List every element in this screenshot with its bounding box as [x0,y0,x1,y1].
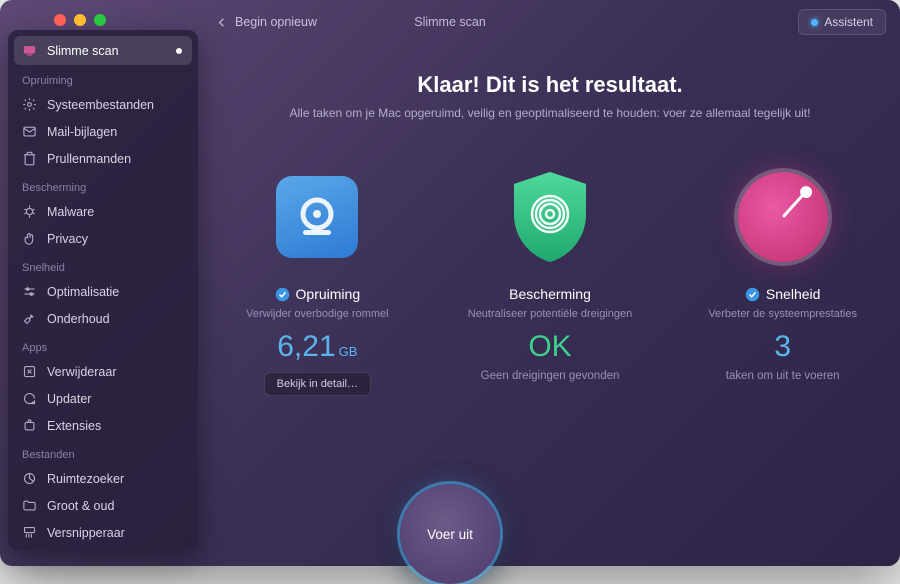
card-speed-subtitle: Verbeter de systeemprestaties [708,308,857,320]
card-protection-subtitle: Neutraliseer potentiële dreigingen [468,308,633,320]
gauge-icon [738,172,828,262]
sidebar-item-label: Versnipperaar [47,526,125,540]
sidebar-item-label: Ruimtezoeker [47,472,124,486]
box-x-icon [22,364,37,379]
chevron-left-icon [214,15,229,30]
sidebar-item-maintenance[interactable]: Onderhoud [8,305,198,332]
card-cleanup-subtitle: Verwijder overbodige rommel [246,308,388,320]
sidebar-item-privacy[interactable]: Privacy [8,225,198,252]
disk-icon [294,194,340,240]
sidebar-item-smart-scan[interactable]: Slimme scan [14,36,192,65]
trash-icon [22,151,37,166]
card-cleanup-title-row: Opruiming [275,286,361,302]
pie-icon [22,471,37,486]
sidebar-item-mail-attachments[interactable]: Mail-bijlagen [8,118,198,145]
sidebar-item-label: Systeembestanden [47,98,154,112]
cleanup-unit: GB [339,344,358,359]
card-protection-title: Bescherming [509,286,591,302]
cleanup-number: 6,21 [277,330,335,363]
shield-artwork [504,168,596,266]
run-button[interactable]: Voer uit [400,484,500,584]
sidebar-section-header: Opruiming [8,65,198,91]
app-window: Begin opnieuw Slimme scan Assistent Slim… [0,0,900,566]
sidebar-item-label: Extensies [47,419,101,433]
card-protection: Bescherming Neutraliseer potentiële drei… [453,168,648,396]
sidebar-item-label: Groot & oud [47,499,114,513]
card-cleanup-value: 6,21 GB [277,330,357,364]
card-protection-status: Geen dreigingen gevonden [481,370,620,382]
sidebar-item-label: Slimme scan [47,44,119,58]
sidebar-item-label: Mail-bijlagen [47,125,117,139]
card-protection-value: OK [528,330,571,364]
sidebar: Slimme scan Opruiming Systeembestanden M… [8,30,198,550]
sidebar-item-label: Privacy [47,232,88,246]
sidebar-item-label: Prullenmanden [47,152,131,166]
card-cleanup-title: Opruiming [296,286,361,302]
assistant-indicator-icon [811,19,818,26]
wrench-icon [22,311,37,326]
sidebar-item-uninstaller[interactable]: Verwijderaar [8,358,198,385]
assistant-button[interactable]: Assistent [798,9,886,35]
sidebar-item-large-old[interactable]: Groot & oud [8,492,198,519]
card-cleanup: Opruiming Verwijder overbodige rommel 6,… [220,168,415,396]
maximize-window-button[interactable] [94,14,106,26]
sliders-icon [22,284,37,299]
sidebar-item-shredder[interactable]: Versnipperaar [8,519,198,546]
sidebar-item-label: Optimalisatie [47,285,119,299]
card-speed-value: 3 [774,330,791,364]
assistant-label: Assistent [824,15,873,29]
active-indicator-icon [176,48,182,54]
card-speed-title: Snelheid [766,286,821,302]
sidebar-section-header: Apps [8,332,198,358]
smart-scan-icon [22,43,37,58]
minimize-window-button[interactable] [74,14,86,26]
shield-icon [506,168,594,266]
result-cards: Opruiming Verwijder overbodige rommel 6,… [220,168,880,396]
card-speed-status: taken om uit te voeren [726,370,840,382]
refresh-icon [22,391,37,406]
folder-icon [22,498,37,513]
card-speed: Snelheid Verbeter de systeemprestaties 3… [685,168,880,396]
puzzle-icon [22,418,37,433]
sidebar-section-header: Bestanden [8,439,198,465]
bug-icon [22,204,37,219]
sidebar-item-trash-bins[interactable]: Prullenmanden [8,145,198,172]
sidebar-item-system-junk[interactable]: Systeembestanden [8,91,198,118]
window-title: Slimme scan [414,15,486,29]
sidebar-item-label: Verwijderaar [47,365,116,379]
card-speed-title-row: Snelheid [745,286,821,302]
sidebar-item-updater[interactable]: Updater [8,385,198,412]
sidebar-item-extensions[interactable]: Extensies [8,412,198,439]
sidebar-item-optimization[interactable]: Optimalisatie [8,278,198,305]
results-headline: Klaar! Dit is het resultaat. [417,72,682,98]
back-button[interactable]: Begin opnieuw [214,15,317,30]
sidebar-item-label: Malware [47,205,94,219]
sidebar-item-space-lens[interactable]: Ruimtezoeker [8,465,198,492]
gauge-artwork [737,168,829,266]
back-label: Begin opnieuw [235,15,317,29]
sidebar-section-header: Snelheid [8,252,198,278]
card-protection-title-row: Bescherming [509,286,591,302]
sidebar-item-label: Updater [47,392,91,406]
results-subline: Alle taken om je Mac opgeruimd, veilig e… [290,106,811,120]
sidebar-item-label: Onderhoud [47,312,110,326]
check-badge-icon [745,287,760,302]
window-controls [54,14,106,26]
gear-icon [22,97,37,112]
hand-icon [22,231,37,246]
shredder-icon [22,525,37,540]
disk-artwork [271,168,363,266]
mail-icon [22,124,37,139]
view-detail-button[interactable]: Bekijk in detail… [264,372,371,396]
run-label: Voer uit [427,527,473,542]
close-window-button[interactable] [54,14,66,26]
sidebar-section-header: Bescherming [8,172,198,198]
sidebar-item-malware[interactable]: Malware [8,198,198,225]
check-badge-icon [275,287,290,302]
main-content: Klaar! Dit is het resultaat. Alle taken … [200,60,900,566]
